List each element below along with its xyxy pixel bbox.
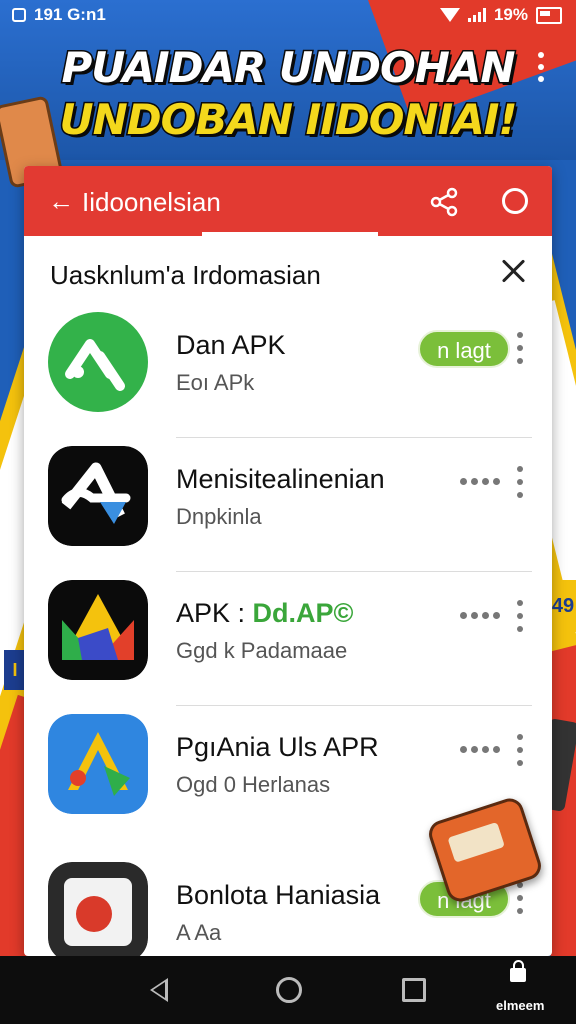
lock-icon[interactable] bbox=[510, 960, 526, 982]
more-dots-icon[interactable] bbox=[460, 746, 500, 754]
app-bar-title: Iidoonelsian bbox=[82, 187, 221, 217]
divider bbox=[176, 571, 532, 572]
item-menu-icon[interactable] bbox=[516, 466, 524, 498]
status-bar: 191 G:n1 19% bbox=[0, 0, 576, 30]
list-item[interactable]: Menisitealinenian Dnpkinla bbox=[24, 446, 552, 580]
flag-illustration: I bbox=[4, 650, 26, 690]
section-header: Uasknlum'a Irdomasian bbox=[24, 236, 552, 312]
headline-line-2: UNDOBAN IIDONIAI! bbox=[58, 94, 519, 146]
triangle-logo-icon bbox=[48, 580, 148, 680]
app-subtitle: Eoı APk bbox=[176, 370, 255, 395]
headline-line-1: PUAIDAR UNDOHAN bbox=[60, 42, 517, 94]
system-nav-bar: elmeem bbox=[0, 956, 576, 1024]
overflow-menu-icon[interactable] bbox=[534, 52, 548, 82]
more-dots-icon[interactable] bbox=[460, 612, 500, 620]
signal-icon bbox=[467, 8, 486, 22]
circle-icon[interactable] bbox=[502, 188, 528, 214]
item-menu-icon[interactable] bbox=[516, 600, 524, 632]
red-shield-logo-icon bbox=[48, 862, 148, 956]
nav-label: elmeem bbox=[496, 998, 545, 1013]
app-name: Bonlota Haniasia bbox=[176, 880, 381, 910]
share-icon[interactable] bbox=[428, 186, 460, 218]
black-a-logo-icon bbox=[48, 446, 148, 546]
notification-icon bbox=[12, 8, 26, 22]
green-a-logo-icon bbox=[48, 312, 148, 412]
app-bar: ← Iidoonelsian bbox=[24, 166, 552, 236]
nav-home-icon[interactable] bbox=[276, 977, 302, 1003]
nav-back-icon[interactable] bbox=[150, 978, 168, 1002]
app-name: Dan APK bbox=[176, 330, 286, 360]
item-menu-icon[interactable] bbox=[516, 734, 524, 766]
section-title: Uasknlum'a Irdomasian bbox=[50, 260, 321, 290]
battery-percent: 19% bbox=[493, 5, 528, 24]
install-button[interactable]: n lagt bbox=[418, 330, 510, 368]
item-menu-icon[interactable] bbox=[516, 332, 524, 364]
nav-recents-icon[interactable] bbox=[402, 978, 426, 1002]
status-time: 191 G:n1 bbox=[34, 5, 106, 24]
close-icon[interactable] bbox=[500, 258, 526, 284]
blue-a-logo-icon bbox=[48, 714, 148, 814]
more-dots-icon[interactable] bbox=[460, 478, 500, 486]
app-name: APK : Dd.AP© bbox=[176, 598, 354, 628]
app-name: Menisitealinenian bbox=[176, 464, 385, 494]
list-item[interactable]: APK : Dd.AP© Ggd k Padamaae bbox=[24, 580, 552, 714]
divider bbox=[176, 705, 532, 706]
promo-headline: PUAIDAR UNDOHAN UNDOBAN IIDONIAI! bbox=[0, 42, 576, 146]
flag-illustration: 49 bbox=[550, 580, 576, 632]
app-subtitle: Ogd 0 Herlanas bbox=[176, 772, 331, 797]
divider bbox=[176, 437, 532, 438]
app-subtitle: Ggd k Padamaae bbox=[176, 638, 348, 663]
list-item[interactable]: Dan APK Eoı APk n lagt bbox=[24, 312, 552, 446]
app-subtitle: Dnpkinla bbox=[176, 504, 262, 529]
wifi-icon bbox=[439, 8, 460, 22]
battery-icon bbox=[536, 6, 562, 24]
app-name: PgıAnia Uls APR bbox=[176, 732, 379, 762]
app-subtitle: A Aa bbox=[176, 920, 222, 945]
back-arrow-icon[interactable]: ← bbox=[48, 186, 74, 216]
item-menu-icon[interactable] bbox=[516, 882, 524, 914]
